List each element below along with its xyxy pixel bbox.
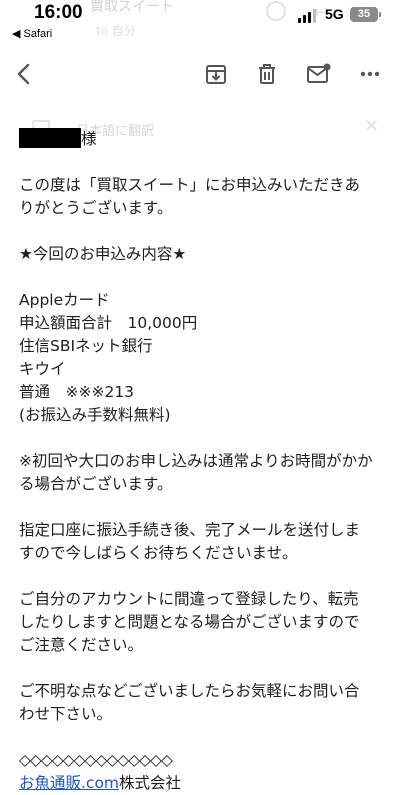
caution-line-1: ご自分のアカウントに間違って登録したり、転売 xyxy=(19,590,359,608)
section-title-text: ★今回のお申込み内容★ xyxy=(19,245,187,263)
mark-unread-icon[interactable] xyxy=(305,60,333,88)
ghost-recipient: to 自分 xyxy=(96,24,136,38)
application-details: Appleカード 申込額面合計 10,000円 住信SBIネット銀行 キウイ 普… xyxy=(19,289,384,427)
transfer-line-2: すので今しばらくお待ちくださいませ。 xyxy=(19,544,298,562)
transfer-line-1: 指定口座に振込手続き後、完了メールを送付しま xyxy=(19,521,361,539)
status-bar: 買取スイート to 自分 ↩ 16:00 ◀ Safari 5G 35 xyxy=(0,0,398,44)
greeting-line-2: りがとうございます。 xyxy=(19,199,173,217)
redacted-name xyxy=(19,128,81,148)
signature: ◇◇◇◇◇◇◇◇◇◇◇◇◇◇ お魚通販.com株式会社 xyxy=(19,749,384,795)
archive-icon[interactable] xyxy=(202,60,230,88)
caution-line-2: したりしますと問題となる場合がございますので xyxy=(19,613,360,631)
battery-icon: 35 xyxy=(350,7,381,22)
ghost-emoji-icon xyxy=(266,1,286,21)
section-title: ★今回のお申込み内容★ xyxy=(19,243,384,266)
recipient-suffix: 様 xyxy=(81,130,97,148)
inquiry-line-1: ご不明な点などございましたらお気軽にお問い合 xyxy=(19,682,360,700)
transfer-paragraph: 指定口座に振込手続き後、完了メールを送付しま すので今しばらくお待ちくださいませ… xyxy=(19,519,384,565)
detail-line: 申込額面合計 10,000円 xyxy=(19,314,198,332)
detail-line: (お振込み手数料無料) xyxy=(19,406,171,424)
note-paragraph: ※初回や大口のお申し込みは通常よりお時間がかか る場合がございます。 xyxy=(19,450,384,496)
detail-line: キウイ xyxy=(19,360,66,378)
note-line-2: る場合がございます。 xyxy=(19,475,173,493)
back-to-safari[interactable]: ◀ Safari xyxy=(12,27,52,40)
ghost-subject: 買取スイート xyxy=(90,0,174,15)
company-suffix: 株式会社 xyxy=(119,774,182,792)
greeting: この度は「買取スイート」にお申込みいただきあ りがとうございます。 xyxy=(19,174,384,220)
caution-paragraph: ご自分のアカウントに間違って登録したり、転売 したりしますと問題となる場合がござ… xyxy=(19,588,384,657)
detail-line: 普通 ※※※213 xyxy=(19,383,135,401)
recipient-line: 様 xyxy=(19,128,384,151)
status-time: 16:00 xyxy=(34,2,83,23)
inquiry-line-2: わせ下さい。 xyxy=(19,705,113,723)
network-type: 5G xyxy=(325,6,344,22)
detail-line: 住信SBIネット銀行 xyxy=(19,337,153,355)
signal-icon xyxy=(298,9,318,23)
note-line-1: ※初回や大口のお申し込みは通常よりお時間がかか xyxy=(19,452,373,470)
company-link[interactable]: お魚通販.com xyxy=(19,774,119,792)
back-arrow-icon[interactable] xyxy=(10,60,38,88)
email-toolbar: 日本語に翻訳 ✕ xyxy=(0,44,398,139)
email-body: 様 この度は「買取スイート」にお申込みいただきあ りがとうございます。 ★今回の… xyxy=(19,128,384,795)
caution-line-3: ご注意ください。 xyxy=(19,636,144,654)
greeting-line-1: この度は「買取スイート」にお申込みいただきあ xyxy=(19,176,361,194)
company-line: お魚通販.com株式会社 xyxy=(19,772,384,795)
inquiry-paragraph: ご不明な点などございましたらお気軽にお問い合 わせ下さい。 xyxy=(19,680,384,726)
detail-line: Appleカード xyxy=(19,291,110,309)
trash-icon[interactable] xyxy=(253,60,281,88)
more-icon[interactable] xyxy=(356,60,384,88)
signature-divider: ◇◇◇◇◇◇◇◇◇◇◇◇◇◇ xyxy=(19,751,173,769)
